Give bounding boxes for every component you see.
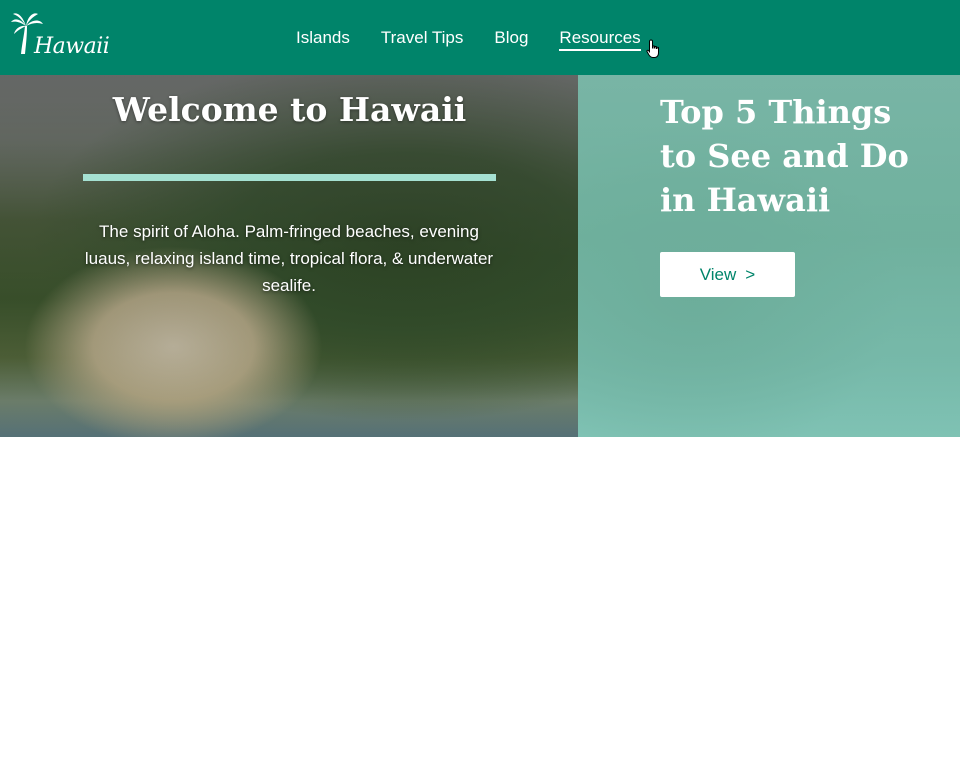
view-button[interactable]: View > [660, 252, 795, 297]
welcome-divider [83, 174, 496, 181]
site-header: Hawaii Islands Travel Tips Blog Resource… [0, 0, 960, 75]
nav-item-resources[interactable]: Resources [559, 27, 641, 51]
logo-text: Hawaii [34, 34, 110, 59]
brand-logo[interactable]: Hawaii [10, 12, 110, 60]
welcome-description: The spirit of Aloha. Palm-fringed beache… [84, 222, 494, 295]
nav-item-blog[interactable]: Blog [494, 27, 528, 51]
main-nav: Islands Travel Tips Blog Resources [296, 27, 672, 51]
welcome-title: Welcome to Hawaii [112, 90, 467, 129]
hand-pointer-icon [646, 39, 659, 58]
nav-item-travel-tips[interactable]: Travel Tips [381, 27, 464, 51]
view-button-label: View [699, 264, 737, 284]
nav-item-islands[interactable]: Islands [296, 27, 350, 51]
chevron-right-icon: > [745, 264, 756, 284]
promo-title: Top 5 Things to See and Do in Hawaii [660, 93, 909, 219]
